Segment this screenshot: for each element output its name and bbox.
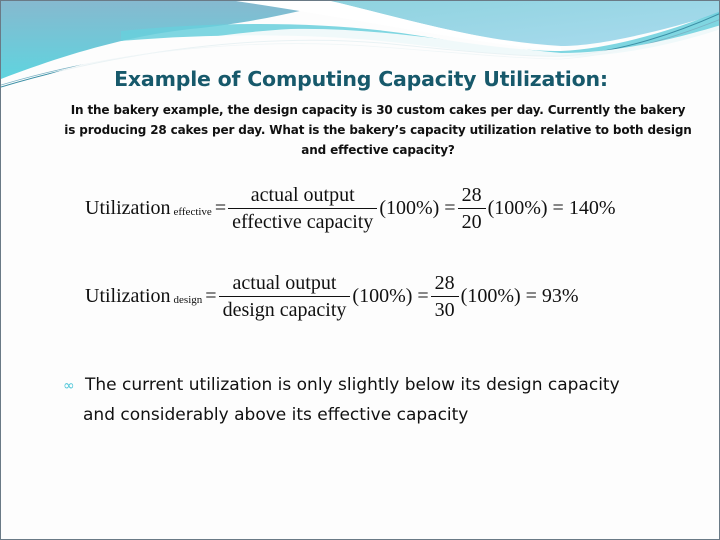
bullet-line: The current utilization is only slightly… (85, 375, 620, 395)
curl-bullet-icon: ∞ (63, 378, 75, 394)
fraction-numerator: 28 (461, 184, 482, 206)
fraction-denominator: 30 (430, 296, 459, 322)
value-fraction: 28 30 (430, 271, 459, 322)
problem-statement: In the bakery example, the design capaci… (63, 100, 693, 160)
fraction-denominator: 20 (457, 208, 486, 234)
fraction-numerator: actual output (250, 184, 355, 206)
formula-fraction: actual output design capacity (218, 271, 351, 322)
equation-subscript: effective (173, 205, 212, 218)
percent-factor: (100%) = (352, 285, 429, 307)
problem-line: In the bakery example, the design capaci… (70, 103, 686, 117)
equals-sign: = (205, 285, 217, 307)
equation-lhs: Utilization (85, 285, 171, 307)
percent-factor: (100%) = (379, 197, 456, 219)
equation-design-utilization: Utilization design = actual output desig… (85, 271, 579, 322)
fraction-denominator: effective capacity (228, 208, 378, 234)
equation-result: (100%) = 93% (460, 285, 579, 307)
equals-sign: = (214, 197, 227, 219)
bullet-line: and considerably above its effective cap… (83, 405, 469, 425)
value-fraction: 28 20 (457, 183, 486, 234)
equation-lhs: Utilization (85, 197, 171, 219)
problem-line: is producing 28 cakes per day. What is t… (64, 123, 692, 137)
fraction-denominator: design capacity (218, 296, 351, 322)
fraction-numerator: actual output (232, 272, 337, 294)
equation-effective-utilization: Utilization effective = actual output ef… (85, 183, 616, 234)
formula-fraction: actual output effective capacity (228, 183, 378, 234)
fraction-numerator: 28 (434, 272, 455, 294)
equation-subscript: design (173, 293, 203, 306)
equation-result: (100%) = 140% (487, 197, 616, 219)
conclusion-bullet: ∞ The current utilization is only slightl… (63, 371, 703, 430)
problem-line: and effective capacity? (301, 143, 455, 157)
slide: Example of Computing Capacity Utilizatio… (0, 0, 720, 540)
slide-title: Example of Computing Capacity Utilizatio… (114, 67, 608, 91)
